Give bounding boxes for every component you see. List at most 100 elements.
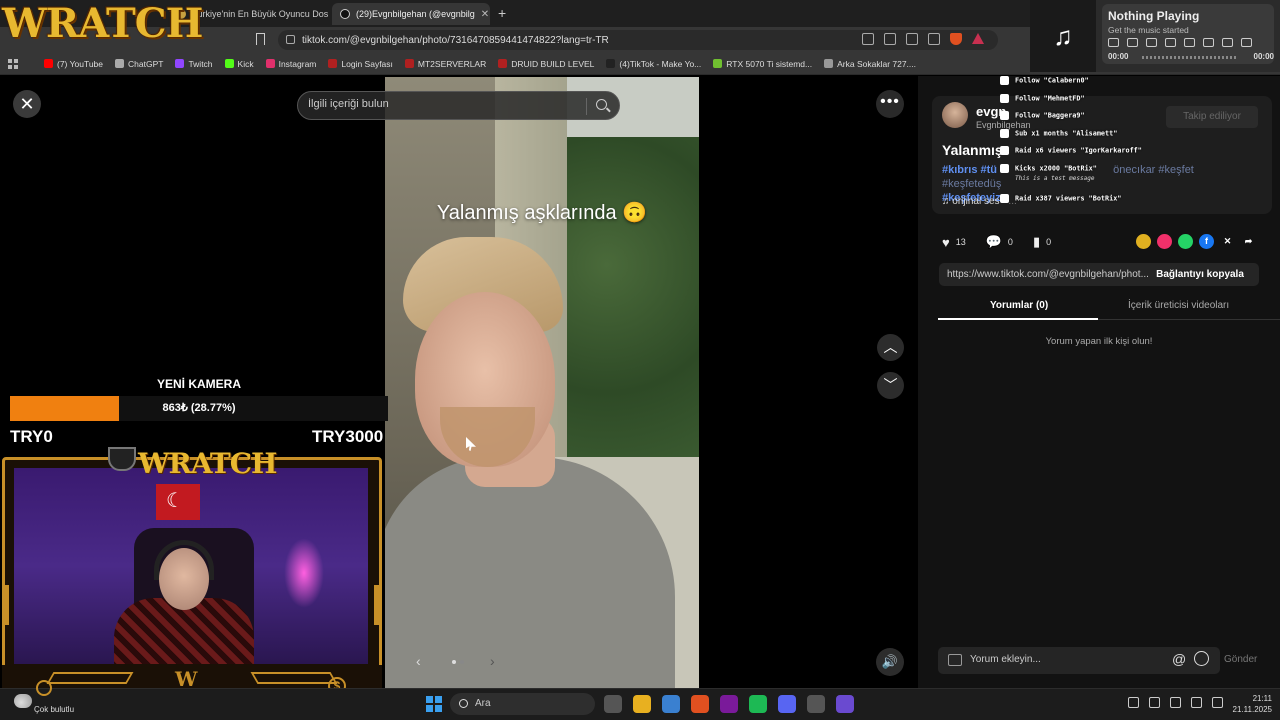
bookmark-favicon-icon [265,59,275,68]
brave-icon[interactable] [691,695,709,713]
bookmark-item[interactable]: DRUID BUILD LEVEL [498,59,594,69]
bookmark-item[interactable]: Login Sayfası [328,59,393,69]
new-tab-button[interactable]: + [498,5,506,21]
taskbar-search[interactable]: Ara [450,693,595,715]
discord-icon[interactable] [778,695,796,713]
mention-icon[interactable]: @ [1172,651,1186,667]
bookmark-item[interactable]: (7) YouTube [44,59,103,69]
microphone-icon[interactable] [1170,697,1181,708]
following-button[interactable]: Takip ediliyor [1166,106,1258,128]
bookmark-favicon-icon [224,59,234,68]
embed-icon[interactable] [1136,234,1151,249]
bookmark-label: RTX 5070 Ti sistemd... [726,58,813,69]
copy-link-button[interactable]: Bağlantıyı kopyala [1145,263,1255,286]
bookmark-label: Kick [237,58,254,69]
site-info-icon[interactable] [286,35,295,44]
bookmark-item[interactable]: (4)TikTok - Make Yo... [606,59,701,69]
comment-button[interactable]: 💬 0 [986,234,1013,250]
music-time-end: 00:00 [1253,52,1274,61]
bookmark-item[interactable]: Kick [224,58,254,69]
carousel-prev-button[interactable]: ‹ [416,653,421,669]
play-icon[interactable] [1146,38,1157,47]
send-to-friends-icon[interactable] [1157,234,1172,249]
comment-box[interactable]: @ [938,647,1220,674]
bookmark-favicon-icon [713,59,723,68]
alert-item: Follow "Baggera9" [1000,111,1085,120]
tab-comments[interactable]: Yorumlar (0) [990,300,1048,311]
whatsapp-icon[interactable] [1178,234,1193,249]
bookmark-item[interactable]: Instagram [265,59,316,69]
weather-icon[interactable] [14,694,32,708]
save-button[interactable]: ▮ 0 [1033,234,1051,250]
shuffle-icon[interactable] [1108,38,1119,47]
obs-icon[interactable] [807,695,825,713]
post-title: Yalanmış [942,142,1003,158]
store-icon[interactable] [662,695,680,713]
bookmark-item[interactable]: ChatGPT [115,59,163,69]
chevron-up-icon[interactable] [1128,697,1139,708]
like-icon[interactable] [1203,38,1214,47]
comment-input[interactable] [970,654,1160,665]
volume-icon[interactable] [1222,38,1233,47]
next-icon[interactable] [720,695,738,713]
facebook-icon[interactable]: f [1199,234,1214,249]
next-post-button[interactable]: ﹀ [877,372,904,399]
browser-tab-2[interactable]: (29)Evgnbilgehan (@evgnbilg ✕ [332,3,490,25]
share-icon[interactable] [928,33,940,45]
url-text: tiktok.com/@evgnbilgehan/photo/731647085… [302,34,609,46]
carousel-next-button[interactable]: › [490,653,495,669]
brave-rewards-icon[interactable] [972,33,984,44]
more-options-button[interactable]: ••• [876,90,904,118]
x-icon[interactable]: ✕ [1220,234,1235,249]
previous-icon[interactable] [1127,38,1138,47]
translate-icon[interactable] [906,33,918,45]
author-avatar[interactable] [942,102,968,128]
cast-icon[interactable] [884,33,896,45]
menu-icon[interactable] [1241,38,1252,47]
like-button[interactable]: ♥ 13 [942,235,966,250]
task-view-icon[interactable] [604,695,622,713]
weather-text[interactable]: Çok bulutlu [34,705,74,714]
post-link[interactable]: https://www.tiktok.com/@evgnbilgehan/pho… [947,269,1149,280]
send-comment-button[interactable]: Gönder [1224,654,1257,665]
image-icon [948,654,962,666]
next-icon[interactable] [1165,38,1176,47]
engagement-row: ♥ 13 💬 0 ▮ 0 [942,234,1051,250]
close-tab-icon[interactable]: ✕ [481,9,489,20]
bookmark-label: ChatGPT [128,58,164,69]
alert-item: Follow "MehmetFD" [1000,94,1085,103]
alert-item: Kicks x2000 "BotRix" [1000,164,1097,173]
bookmark-label: Twitch [188,58,213,69]
music-progress[interactable] [1142,56,1238,59]
wifi-icon[interactable] [1191,697,1202,708]
apps-grid-icon[interactable] [8,58,18,69]
brave-shield-icon[interactable] [950,33,962,45]
close-button[interactable]: ✕ [13,90,41,118]
volume-button[interactable]: 🔊 [876,648,904,676]
search-input[interactable] [308,98,578,110]
tab-creator-videos[interactable]: İçerik üreticisi videoları [1128,300,1229,311]
bookmark-item[interactable]: MT2SERVERLAR [404,59,486,69]
clock[interactable]: 21:11 21.11.2025 [1222,693,1272,715]
cortana-icon[interactable] [836,695,854,713]
spotify-icon[interactable] [749,695,767,713]
like-count: 13 [955,237,966,247]
bookmark-icon[interactable] [256,33,265,45]
search-icon[interactable] [596,99,607,110]
save-count: 0 [1046,237,1052,247]
search-bar[interactable] [297,91,620,120]
bookmark-item[interactable]: Arka Sokaklar 727.... [824,59,916,69]
previous-post-button[interactable]: ︿ [877,334,904,361]
bookmark-item[interactable]: Twitch [175,58,213,69]
bookmark-item[interactable]: RTX 5070 Ti sistemd... [713,59,812,69]
repeat-icon[interactable] [1184,38,1195,47]
post-photo[interactable] [385,77,699,688]
frame-ornament [46,672,134,684]
explorer-icon[interactable] [633,695,651,713]
emoji-icon[interactable] [1194,651,1209,666]
share-arrow-icon[interactable]: ➦ [1241,234,1256,249]
video-off-icon[interactable] [862,33,874,45]
hashtag-link[interactable]: #kıbrıs #tü [942,164,997,176]
network-icon[interactable] [1149,697,1160,708]
start-button[interactable] [426,696,442,712]
